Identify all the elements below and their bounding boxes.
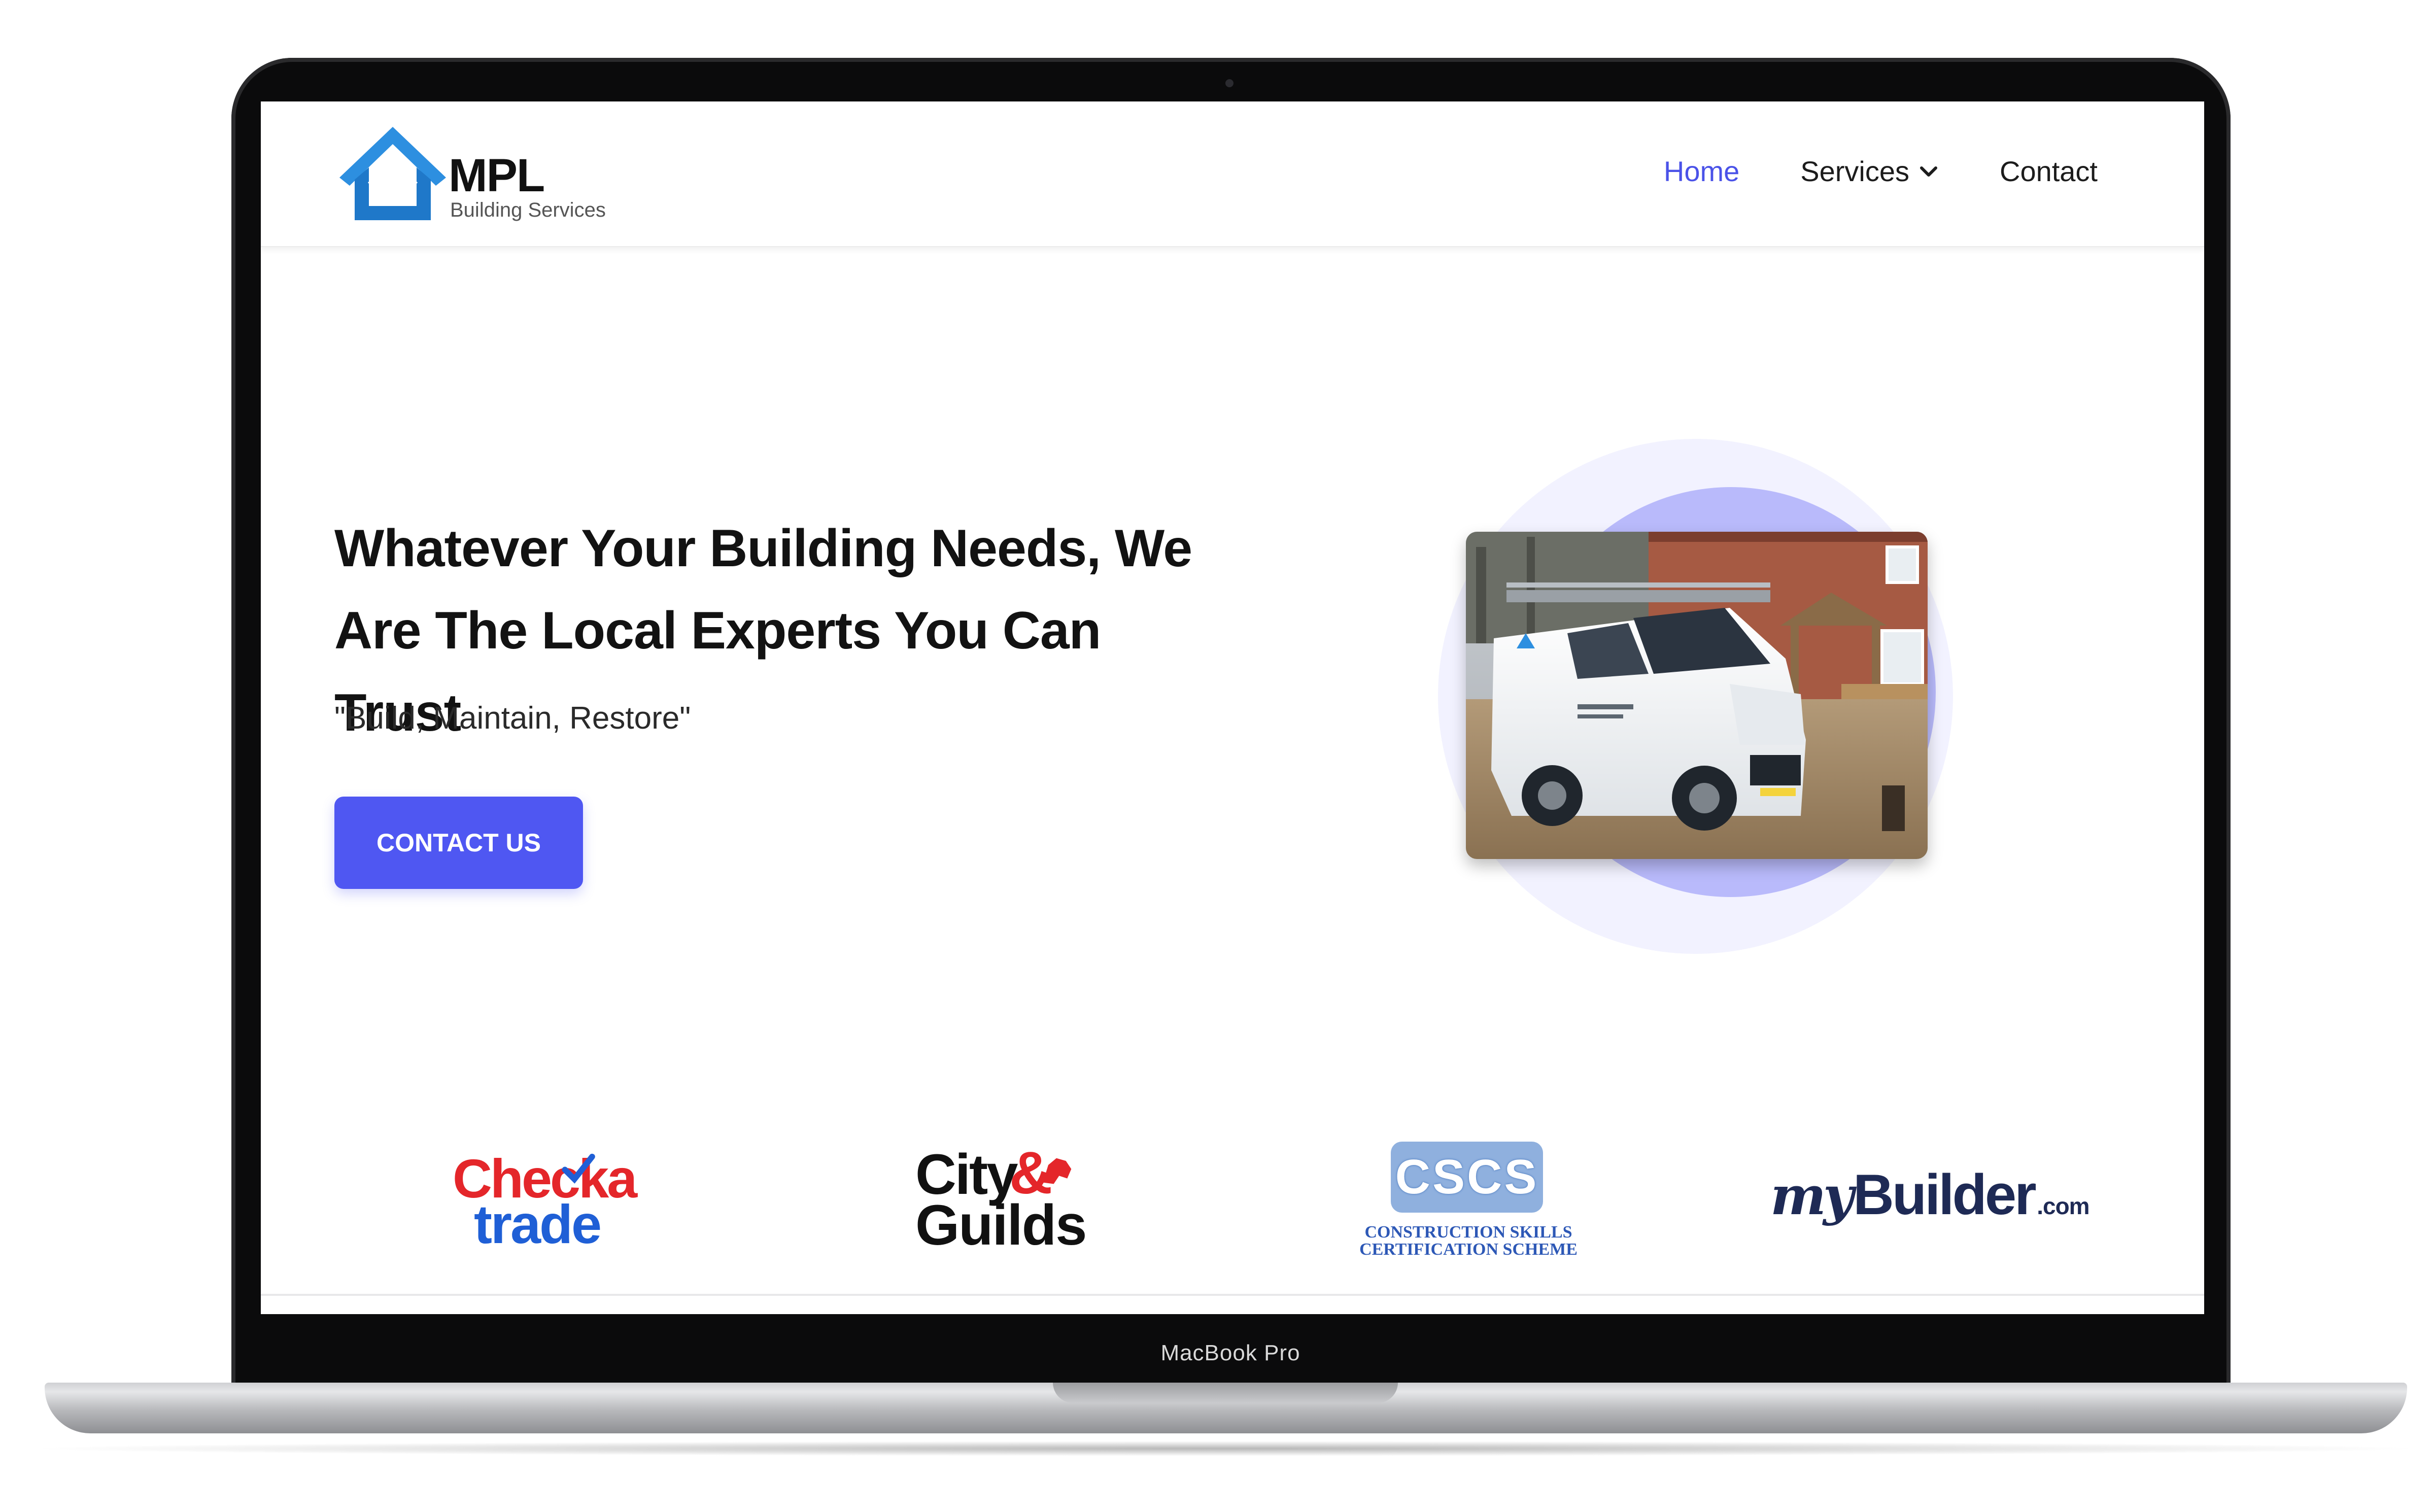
house-logo-icon xyxy=(339,127,446,220)
nav-services-label: Services xyxy=(1800,155,1909,187)
checkatrade-logo[interactable]: Checka trade xyxy=(449,1142,641,1274)
logo-subtitle: Building Services xyxy=(450,199,606,221)
site-logo[interactable]: MPL Building Services xyxy=(334,123,619,224)
lion-icon xyxy=(1043,1158,1072,1184)
nav-contact[interactable]: Contact xyxy=(2000,155,2098,188)
city-guilds-line-2: Guilds xyxy=(915,1193,1087,1257)
laptop-opening-notch xyxy=(1053,1383,1398,1403)
browser-viewport: MPL Building Services Home Services Cont… xyxy=(261,101,2204,1314)
chevron-down-icon xyxy=(1920,166,1937,177)
section-divider xyxy=(261,1294,2204,1296)
cscs-line-2: CERTIFICATION SCHEME xyxy=(1359,1240,1578,1259)
mybuilder-logo[interactable]: my Builder .com xyxy=(1770,1142,2095,1274)
logo-name: MPL xyxy=(449,150,545,201)
mybuilder-builder: Builder xyxy=(1853,1163,2037,1226)
van-image xyxy=(1466,532,1928,859)
nav-services[interactable]: Services xyxy=(1800,155,1939,188)
city-and-guilds-logo[interactable]: City & Guilds xyxy=(915,1140,1098,1274)
nav-home[interactable]: Home xyxy=(1664,155,1739,188)
site-header: MPL Building Services Home Services Cont… xyxy=(261,101,2204,247)
hero-tagline: "Build, Maintain, Restore" xyxy=(334,701,691,736)
mybuilder-tld: .com xyxy=(2037,1193,2089,1219)
mybuilder-my: my xyxy=(1770,1164,1854,1227)
cscs-line-1: CONSTRUCTION SKILLS xyxy=(1364,1223,1572,1242)
laptop-shadow xyxy=(20,1441,2430,1456)
hero-title-line-1: Whatever Your Building Needs, We xyxy=(334,519,1192,578)
main-nav: Home Services Contact xyxy=(1664,155,2098,188)
checkatrade-line-2: trade xyxy=(474,1193,602,1255)
cscs-mark-text: CSCS xyxy=(1395,1150,1539,1204)
device-mockup: MPL Building Services Home Services Cont… xyxy=(0,0,2433,1512)
contact-us-button[interactable]: CONTACT US xyxy=(334,797,583,889)
cscs-mark: CSCS xyxy=(1391,1142,1543,1213)
cscs-logo[interactable]: CSCS CONSTRUCTION SKILLS CERTIFICATION S… xyxy=(1359,1142,1578,1274)
checkmark-icon xyxy=(562,1153,595,1184)
device-model-label: MacBook Pro xyxy=(1160,1341,1300,1365)
accreditations-strip: Checka trade City & Guilds CSCS CONSTRUC… xyxy=(261,1140,2204,1294)
webcam-icon xyxy=(1225,79,1233,87)
hero-van-photo xyxy=(1466,532,1928,859)
mybuilder-wordmark: my Builder .com xyxy=(1770,1162,2090,1227)
